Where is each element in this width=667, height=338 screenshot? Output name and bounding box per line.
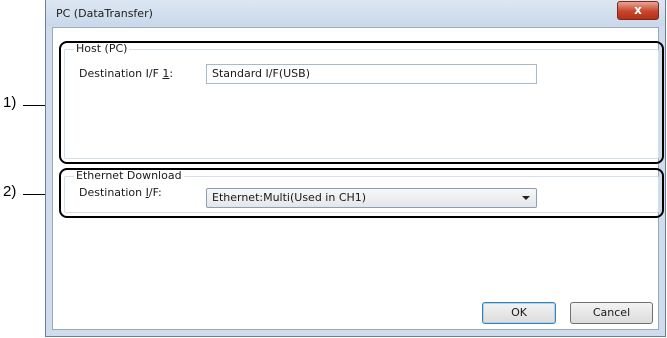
host-destination-label-suffix: : xyxy=(169,67,174,80)
cancel-button[interactable]: Cancel xyxy=(570,302,653,324)
ethernet-destination-value: Ethernet:Multi(Used in CH1) xyxy=(212,191,367,204)
ok-button[interactable]: OK xyxy=(482,302,556,324)
close-icon: x xyxy=(634,3,642,17)
host-destination-label: Destination I/F 1: xyxy=(79,67,173,80)
window-title: PC (DataTransfer) xyxy=(56,7,153,20)
callout-2: 2) xyxy=(3,183,17,200)
ethernet-destination-select[interactable]: Ethernet:Multi(Used in CH1) xyxy=(206,188,537,208)
callout-1: 1) xyxy=(3,94,17,111)
host-destination-label-prefix: Destination I/F xyxy=(79,67,163,80)
ethernet-destination-label-suffix: /F: xyxy=(148,186,162,199)
close-button[interactable]: x xyxy=(617,1,659,20)
ethernet-destination-label: Destination I/F: xyxy=(79,186,162,199)
ethernet-destination-label-prefix: Destination xyxy=(79,186,146,199)
host-destination-field[interactable]: Standard I/F(USB) xyxy=(206,64,537,84)
host-group-highlight xyxy=(59,41,664,164)
title-bar[interactable]: PC (DataTransfer) x xyxy=(46,0,665,26)
chevron-down-icon[interactable] xyxy=(522,196,530,200)
